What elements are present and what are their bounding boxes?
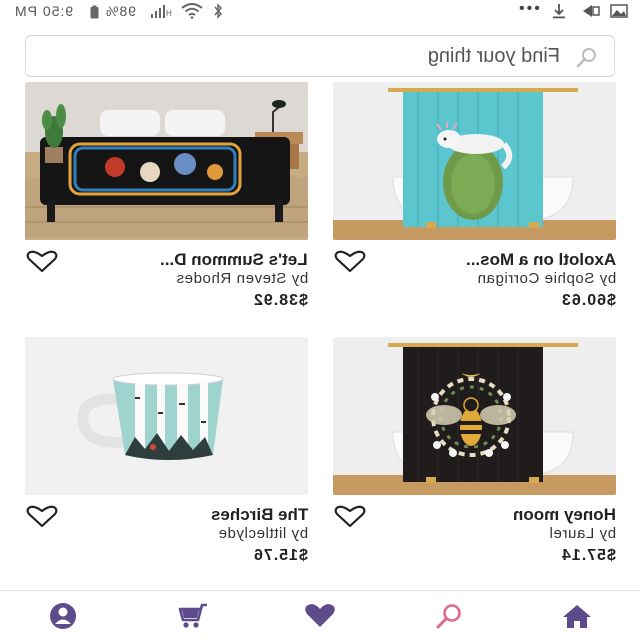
download-icon bbox=[553, 4, 565, 19]
product-price: $15.76 bbox=[253, 547, 308, 564]
product-artist[interactable]: by Steven Rhodes bbox=[176, 270, 308, 287]
nav-account[interactable] bbox=[46, 601, 80, 631]
status-time: 9:50 PM bbox=[14, 3, 74, 19]
product-artist[interactable]: by littleclyde bbox=[218, 525, 308, 542]
shower-curtain-image[interactable] bbox=[333, 337, 616, 495]
favorite-button[interactable] bbox=[333, 250, 367, 274]
duvet-cover-image[interactable] bbox=[25, 82, 308, 240]
menu-dots: ••• bbox=[517, 0, 540, 17]
heart-outline-icon bbox=[334, 505, 366, 528]
mug-image[interactable] bbox=[25, 337, 308, 495]
search-bar[interactable] bbox=[25, 35, 615, 77]
product-artist[interactable]: by Sophie Corrigan bbox=[477, 270, 616, 287]
product-price: $38.92 bbox=[253, 292, 308, 309]
product-title[interactable]: The Birches bbox=[211, 505, 308, 525]
heart-outline-icon bbox=[26, 250, 58, 273]
product-artist[interactable]: by Laurel bbox=[549, 525, 616, 542]
status-bar: 9:50 PM 98% H ••• bbox=[0, 0, 640, 24]
notification-icon bbox=[583, 5, 600, 17]
bottom-nav bbox=[0, 590, 640, 640]
nav-favorites[interactable] bbox=[303, 601, 337, 631]
product-title[interactable]: Honey moon bbox=[513, 505, 616, 525]
account-icon bbox=[50, 603, 76, 629]
search-icon bbox=[436, 604, 461, 629]
home-icon bbox=[563, 605, 591, 628]
wifi-icon bbox=[181, 3, 203, 19]
battery-percent: 98% bbox=[105, 3, 137, 19]
heart-icon bbox=[305, 604, 335, 627]
product-price: $60.63 bbox=[561, 292, 616, 309]
product-title[interactable]: Let's Summon D... bbox=[160, 250, 308, 270]
nav-search[interactable] bbox=[432, 601, 466, 631]
bluetooth-icon bbox=[214, 3, 223, 19]
signal-icon: H bbox=[151, 5, 172, 18]
nav-home[interactable] bbox=[560, 601, 594, 631]
cart-icon bbox=[178, 603, 207, 628]
search-icon bbox=[574, 45, 600, 69]
product-title[interactable]: Axolotl on a Mos... bbox=[466, 250, 616, 270]
heart-outline-icon bbox=[334, 250, 366, 273]
shower-curtain-image[interactable] bbox=[333, 82, 616, 240]
heart-outline-icon bbox=[26, 505, 58, 528]
svg-text:H: H bbox=[166, 9, 172, 18]
battery-icon bbox=[90, 5, 99, 19]
nav-cart[interactable] bbox=[176, 601, 210, 631]
favorite-button[interactable] bbox=[333, 505, 367, 529]
favorite-button[interactable] bbox=[25, 250, 59, 274]
product-price: $57.14 bbox=[561, 547, 616, 564]
gallery-icon bbox=[610, 4, 628, 18]
favorite-button[interactable] bbox=[25, 505, 59, 529]
search-input[interactable] bbox=[40, 40, 560, 72]
